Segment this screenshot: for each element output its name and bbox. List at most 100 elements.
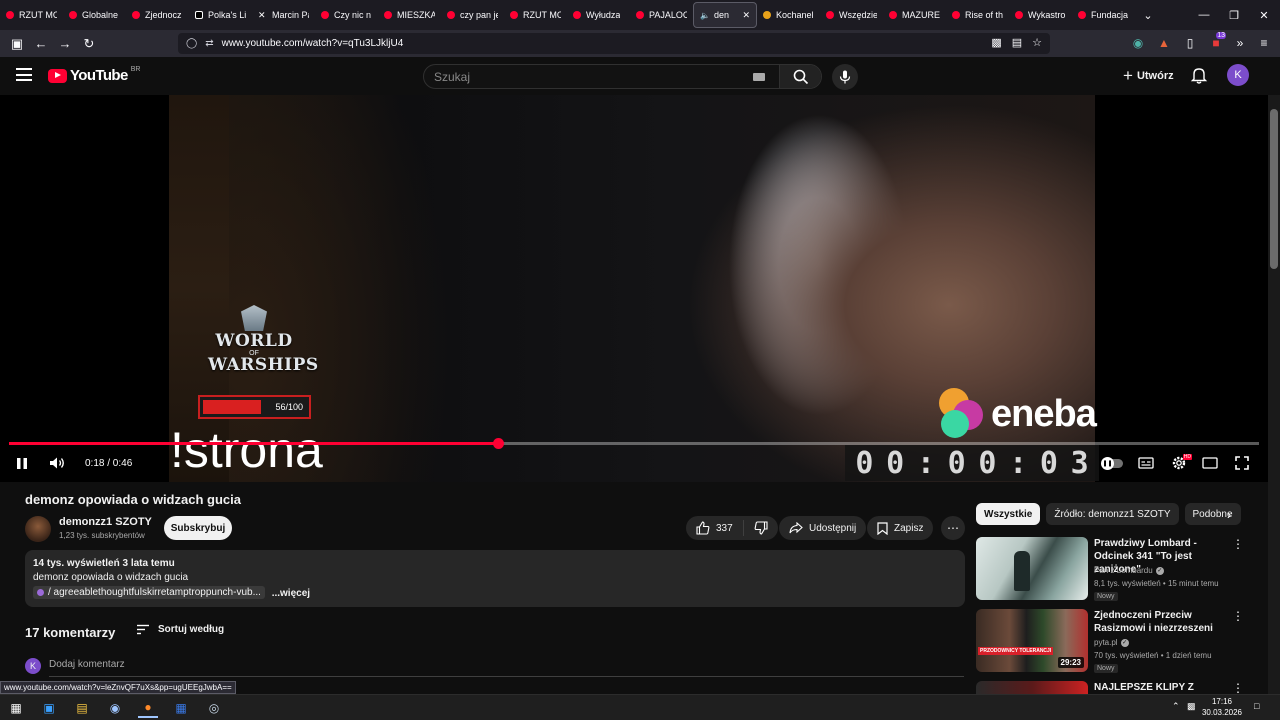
notification-center-icon[interactable]: □ xyxy=(1254,701,1259,711)
bookmark-star-icon[interactable]: ☆ xyxy=(1032,36,1042,49)
browser-tab[interactable]: RZUT MO xyxy=(0,2,63,28)
browser-tab[interactable]: ✕ Marcin Pa xyxy=(252,2,315,28)
settings-button[interactable]: HD xyxy=(1168,453,1192,473)
browser-tab[interactable]: MAZURE xyxy=(883,2,946,28)
overflow-chevron-icon[interactable]: » xyxy=(1230,33,1250,53)
permissions-icon[interactable]: ⇄ xyxy=(205,38,213,49)
firefox-icon[interactable]: ● xyxy=(138,698,158,718)
subscribe-button[interactable]: Subskrybuj xyxy=(164,516,232,540)
theater-mode-button[interactable] xyxy=(1200,453,1220,473)
chips-next-chevron-icon[interactable]: › xyxy=(1219,503,1239,525)
url-text[interactable]: www.youtube.com/watch?v=qTu3LJkljU4 xyxy=(222,38,404,49)
show-more-link[interactable]: ...więcej xyxy=(272,588,310,599)
youtube-logo[interactable]: YouTube BR xyxy=(48,66,140,84)
progress-scrubber[interactable] xyxy=(492,438,504,449)
browser-tab[interactable]: Fundacja xyxy=(1072,2,1135,28)
browser-tab[interactable]: Czy nic n xyxy=(315,2,378,28)
pip-icon[interactable]: ▩ xyxy=(991,36,1001,49)
search-input[interactable] xyxy=(424,65,753,88)
channel-avatar[interactable] xyxy=(25,516,51,542)
browser-tab[interactable]: PAJALOC xyxy=(630,2,693,28)
tray-chevron-icon[interactable]: ⌃ xyxy=(1172,701,1180,712)
browser-tab[interactable]: Wykastro xyxy=(1009,2,1072,28)
save-button[interactable]: Zapisz xyxy=(867,516,934,540)
browser-tab[interactable]: Polka's Li xyxy=(189,2,252,28)
notifications-bell-icon[interactable] xyxy=(1189,65,1209,85)
add-comment-input[interactable]: Dodaj komentarz xyxy=(49,659,125,670)
thumbs-down-icon[interactable] xyxy=(754,521,768,535)
pause-button[interactable] xyxy=(12,453,32,473)
filter-chip[interactable]: Wszystkie xyxy=(976,503,1041,525)
kebab-menu-icon[interactable]: ⋮ xyxy=(1232,681,1244,694)
shield-extension-icon[interactable]: ◉ xyxy=(1128,33,1148,53)
subtitles-button[interactable] xyxy=(1136,453,1156,473)
like-count[interactable]: 337 xyxy=(716,523,733,534)
windows-start-icon[interactable]: ▦ xyxy=(6,698,26,718)
extension-badge-icon[interactable]: 13 ■ xyxy=(1206,32,1226,53)
browser-tab[interactable]: MIESZKA xyxy=(378,2,441,28)
video-thumbnail[interactable] xyxy=(976,537,1088,600)
autoplay-toggle[interactable]: ❚❚ xyxy=(1101,453,1124,473)
maximize-button[interactable]: ❐ xyxy=(1218,0,1250,30)
close-tab-icon[interactable]: ✕ xyxy=(742,10,750,21)
video-thumbnail[interactable] xyxy=(976,681,1088,694)
account-avatar[interactable]: K xyxy=(1227,64,1249,86)
browser-tab[interactable]: Wszędzie xyxy=(820,2,883,28)
scrollbar-thumb[interactable] xyxy=(1270,109,1278,269)
search-button[interactable] xyxy=(779,65,821,88)
taskbar-clock[interactable]: 17:16 30.03.2026 xyxy=(1200,696,1244,718)
channel-name[interactable]: demonzz1 SZOTY xyxy=(59,516,152,528)
recommendation-item[interactable]: NAJLEPSZE KLIPY Z ⋮ xyxy=(976,681,1256,694)
sort-button[interactable]: Sortuj według xyxy=(136,624,224,635)
more-actions-icon[interactable]: ⋯ xyxy=(941,516,965,540)
recommendation-item[interactable]: Prawdziwy Lombard - Odcinek 341 "To jest… xyxy=(976,537,1256,601)
kebab-menu-icon[interactable]: ⋮ xyxy=(1232,537,1244,551)
kebab-menu-icon[interactable]: ⋮ xyxy=(1232,609,1244,623)
fullscreen-button[interactable] xyxy=(1232,453,1252,473)
hamburger-menu-icon[interactable] xyxy=(16,68,32,81)
video-thumbnail[interactable]: PRZODOWNICY TOLERANCJI 29:23 xyxy=(976,609,1088,672)
close-window-button[interactable]: ✕ xyxy=(1248,0,1280,30)
browser-tab[interactable]: Globalne xyxy=(63,2,126,28)
back-icon[interactable]: ← xyxy=(29,32,53,56)
browser-tab[interactable]: Rise of th xyxy=(946,2,1009,28)
volume-button[interactable] xyxy=(46,453,68,473)
steam-icon[interactable]: ◉ xyxy=(105,698,125,718)
extensions-icon[interactable]: ▯ xyxy=(1180,33,1200,53)
reader-icon[interactable]: ▤ xyxy=(1012,36,1022,49)
calculator-icon[interactable]: ▦ xyxy=(171,698,191,718)
desktop-app-icon[interactable]: ▣ xyxy=(39,698,59,718)
tab-list-chevron-icon[interactable]: ⌄ xyxy=(1132,0,1164,30)
extension-fox-icon[interactable]: ▲ xyxy=(1154,33,1174,53)
reload-icon[interactable]: ↻ xyxy=(77,32,101,56)
keyboard-icon[interactable] xyxy=(753,72,765,81)
voice-search-button[interactable] xyxy=(832,64,858,90)
sidebar-toggle-icon[interactable]: ▣ xyxy=(5,32,29,56)
share-button[interactable]: Udostępnij xyxy=(779,516,867,540)
browser-tab[interactable]: Wyłudza xyxy=(567,2,630,28)
recommendation-title[interactable]: Zjednoczeni Przeciw Rasizmowi i niezrzes… xyxy=(1094,609,1234,635)
create-button[interactable]: + Utwórz xyxy=(1115,63,1182,89)
recommendation-channel[interactable]: Pan z Lombardu ✓ xyxy=(1094,566,1164,575)
network-icon[interactable]: ▩ xyxy=(1187,701,1196,712)
recommendation-title[interactable]: NAJLEPSZE KLIPY Z xyxy=(1094,681,1234,694)
file-explorer-icon[interactable]: ▤ xyxy=(72,698,92,718)
browser-tab[interactable]: Zjednocz xyxy=(126,2,189,28)
browser-tab[interactable]: RZUT MO xyxy=(504,2,567,28)
thumbs-up-icon[interactable] xyxy=(696,521,710,535)
address-bar[interactable]: ◯ ⇄ www.youtube.com/watch?v=qTu3LJkljU4 … xyxy=(178,33,1050,54)
progress-bar[interactable] xyxy=(9,438,1259,449)
browser-tab[interactable]: czy pan je xyxy=(441,2,504,28)
recommendation-channel[interactable]: pyta.pl ✓ xyxy=(1094,638,1129,647)
minimize-button[interactable]: — xyxy=(1188,0,1220,30)
description-link[interactable]: / agreeablethoughtfulskirretamptroppunch… xyxy=(33,586,265,599)
forward-icon[interactable]: → xyxy=(53,32,77,56)
browser-tab[interactable]: 🔈 den ✕ xyxy=(693,2,757,28)
app-globe-icon[interactable]: ◎ xyxy=(204,698,224,718)
app-menu-icon[interactable]: ≡ xyxy=(1254,33,1274,53)
recommendation-item[interactable]: PRZODOWNICY TOLERANCJI 29:23 Zjednoczeni… xyxy=(976,609,1256,673)
description-box[interactable]: 14 tys. wyświetleń 3 lata temu demonz op… xyxy=(25,550,965,607)
page-scrollbar[interactable] xyxy=(1268,95,1280,695)
browser-tab[interactable]: Kochanel xyxy=(757,2,820,28)
filter-chip[interactable]: Źródło: demonzz1 SZOTY xyxy=(1046,503,1179,525)
